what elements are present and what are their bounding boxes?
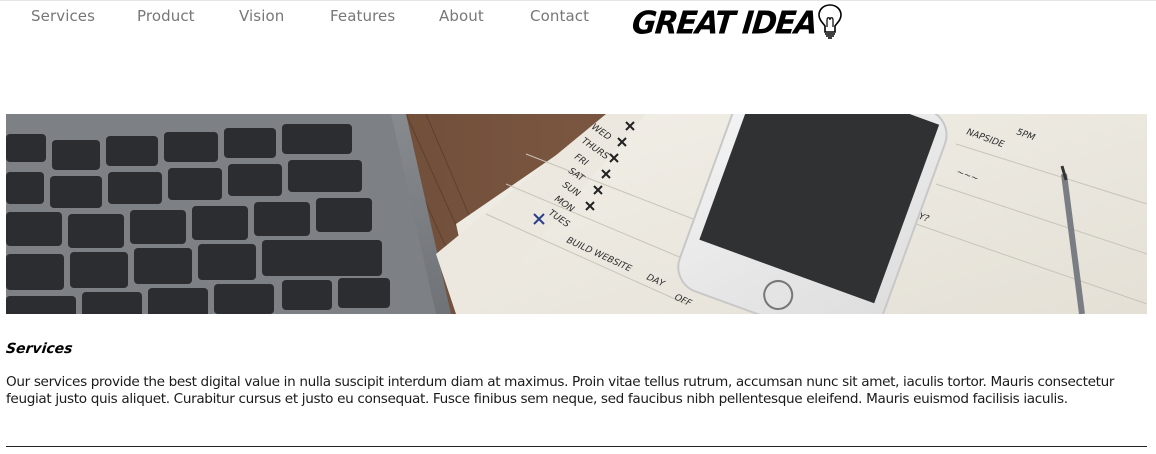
hero-photo: WED THURS FRI SAT SUN MON TUES BUILD WEB… xyxy=(6,114,1147,314)
hero-image: WED THURS FRI SAT SUN MON TUES BUILD WEB… xyxy=(6,114,1147,314)
section-body-text: Our services provide the best digital va… xyxy=(6,374,1115,407)
nav-item-services[interactable]: Services xyxy=(31,7,137,25)
nav-item-contact[interactable]: Contact xyxy=(530,7,589,25)
nav-item-about[interactable]: About xyxy=(439,7,530,25)
main-nav: Services Product Vision Features About C… xyxy=(31,7,589,25)
brand-title: GREAT IDEA xyxy=(630,4,819,42)
nav-item-vision[interactable]: Vision xyxy=(239,7,330,25)
top-navigation-bar: Services Product Vision Features About C… xyxy=(0,0,1156,60)
nav-item-product[interactable]: Product xyxy=(137,7,239,25)
divider xyxy=(6,446,1147,447)
nav-item-features[interactable]: Features xyxy=(330,7,439,25)
section-title: Services xyxy=(5,341,74,357)
lightbulb-icon xyxy=(818,4,843,39)
brand-logo[interactable]: GREAT IDEA xyxy=(630,4,843,42)
